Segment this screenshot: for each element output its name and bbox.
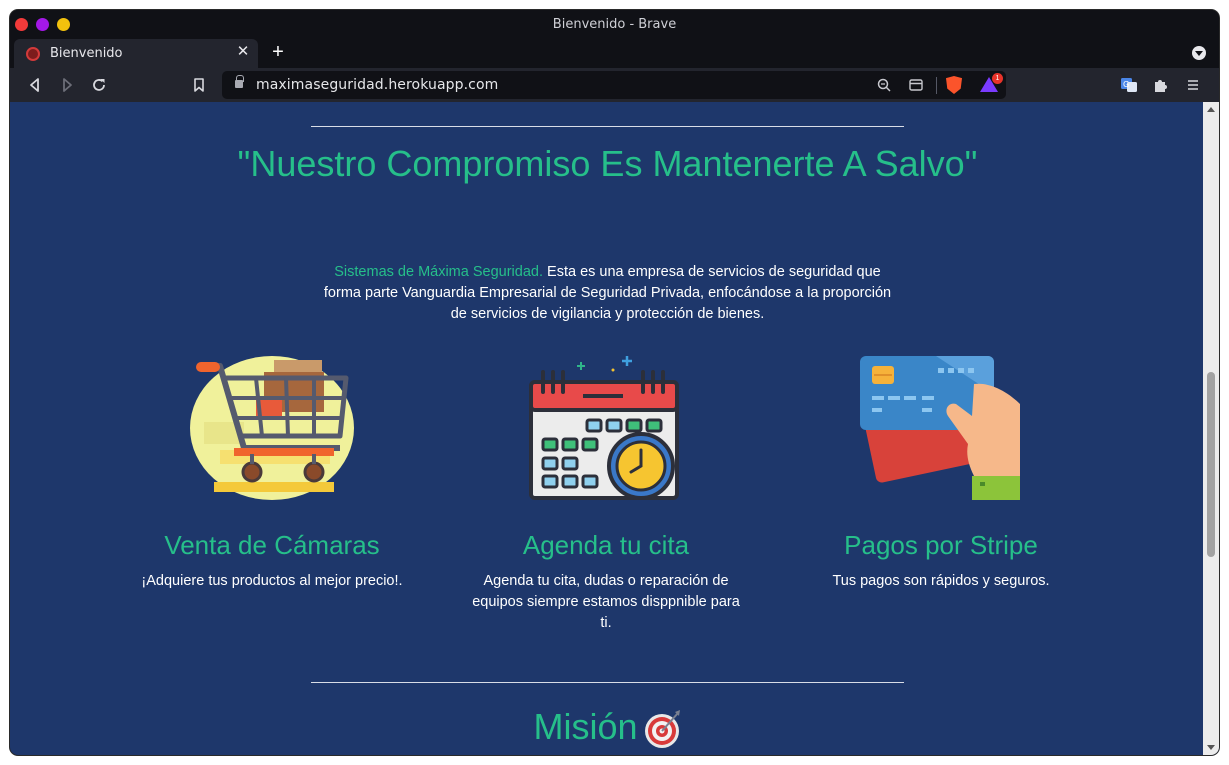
tab-bienvenido[interactable]: Bienvenido ✕ [14,39,258,68]
tab-list-menu-icon[interactable] [1192,46,1206,60]
tab-title: Bienvenido [50,46,123,61]
translate-icon[interactable]: G [1120,76,1138,94]
scroll-thumb[interactable] [1207,372,1215,557]
feature-title-cita: Agenda tu cita [522,530,690,560]
zoom-icon[interactable] [876,77,892,93]
section-divider [311,126,904,127]
navigation-toolbar: maximaseguridad.herokuapp.com 1 G [10,68,1219,102]
scroll-down-icon[interactable] [1207,745,1215,750]
mision-heading: Misión [410,707,805,749]
bookmark-icon[interactable] [190,76,208,94]
rewards-badge: 1 [992,73,1003,84]
credit-card-icon [856,354,1026,502]
address-bar[interactable]: maximaseguridad.herokuapp.com 1 [222,71,1006,99]
feature-title-camaras: Venta de Cámaras [164,530,380,560]
lock-icon [235,75,244,88]
title-bar: Bienvenido - Brave [10,10,1219,38]
target-icon [642,709,682,749]
extensions-puzzle-icon[interactable] [1152,76,1170,94]
calendar-clock-icon [523,354,693,502]
site-favicon-icon [26,47,40,61]
feature-desc-stripe: Tus pagos son rápidos y seguros. [832,573,1050,589]
vertical-scrollbar[interactable] [1203,102,1219,755]
brave-shields-icon[interactable] [946,76,962,94]
forward-icon[interactable] [58,76,76,94]
reload-icon[interactable] [90,76,108,94]
page-viewport: "Nuestro Compromiso Es Mantenerte A Salv… [10,102,1219,755]
reader-mode-icon[interactable] [908,77,924,93]
svg-text:G: G [1123,80,1129,89]
menu-hamburger-icon[interactable] [1184,76,1202,94]
window-title: Bienvenido - Brave [552,17,677,32]
slogan-heading: "Nuestro Compromiso Es Mantenerte A Salv… [237,143,978,184]
tab-close-icon[interactable]: ✕ [234,43,252,61]
browser-window: Bienvenido - Brave Bienvenido ✕ + maxima… [10,10,1219,755]
feature-title-stripe: Pagos por Stripe [844,530,1038,560]
tab-bar: Bienvenido ✕ + [10,38,1219,68]
divider [936,77,937,94]
company-name: Sistemas de Máxima Seguridad. [334,264,543,280]
feature-desc-camaras: ¡Adquiere tus productos al mejor precio!… [141,573,403,589]
back-icon[interactable] [26,76,44,94]
url-text[interactable]: maximaseguridad.herokuapp.com [256,77,498,93]
feature-desc-cita: Agenda tu cita, dudas o reparación de eq… [472,573,740,631]
shopping-cart-icon [190,354,360,502]
intro-paragraph: Sistemas de Máxima Seguridad. Esta es un… [315,262,900,325]
mision-title: Misión [533,706,638,747]
new-tab-button[interactable]: + [268,42,288,62]
scroll-up-icon[interactable] [1207,107,1215,112]
section-divider [311,682,904,683]
